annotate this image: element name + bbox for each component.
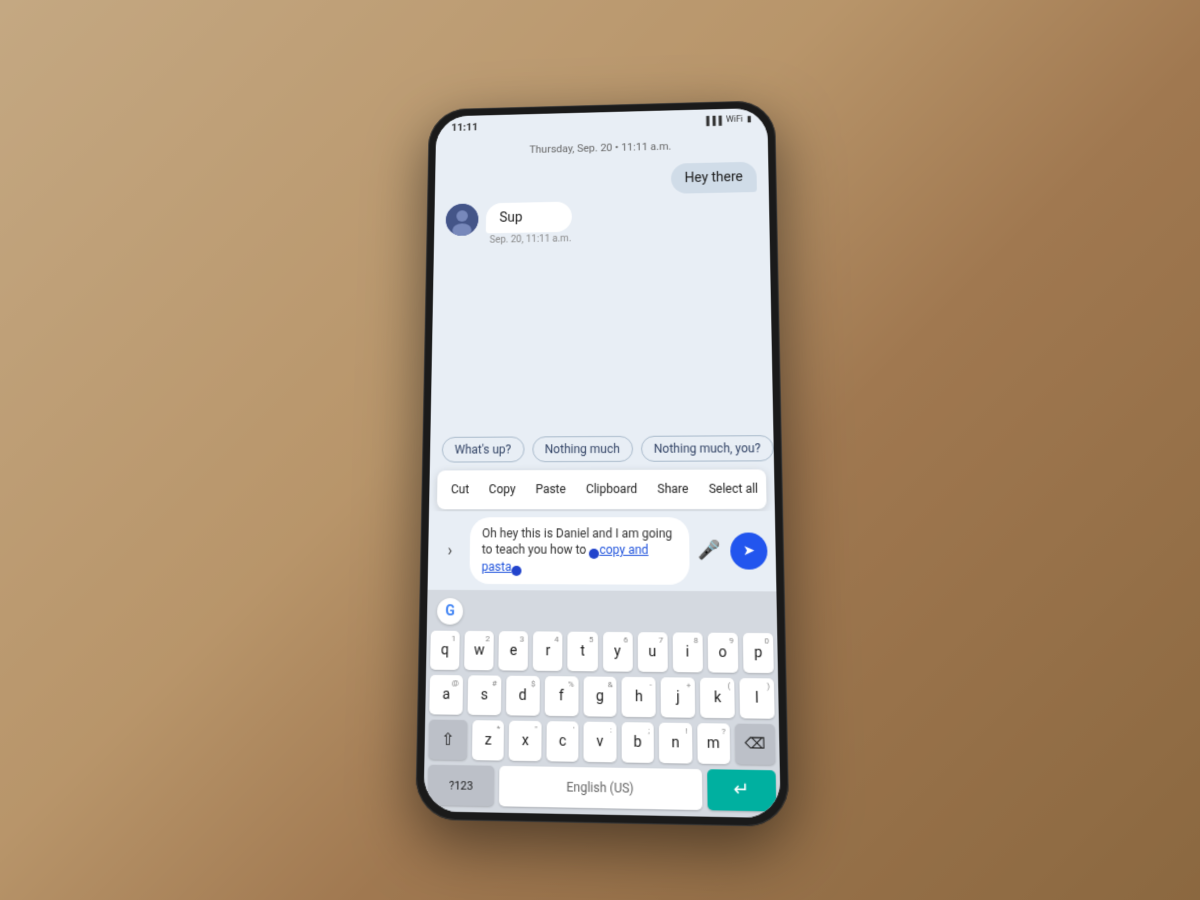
- key-l[interactable]: )l: [740, 678, 775, 719]
- key-a[interactable]: @a: [429, 675, 463, 715]
- smart-reply-0[interactable]: What's up?: [442, 436, 524, 462]
- input-row: › Oh hey this is Daniel and I am going t…: [428, 511, 777, 592]
- message-sent-text: Hey there: [685, 170, 743, 186]
- messages-container: Hey there Sup: [431, 161, 774, 430]
- smart-reply-1[interactable]: Nothing much: [532, 436, 633, 462]
- key-symbols[interactable]: ?123: [428, 765, 495, 806]
- phone-screen: 11:11 ▐▐▐ WiFi ▮ Thursday, Sep. 20 • 11:…: [423, 108, 780, 818]
- message-sent-hey-there: Hey there: [671, 162, 757, 194]
- message-received-text: Sup: [499, 210, 522, 226]
- wifi-icon: WiFi: [726, 115, 743, 125]
- key-q[interactable]: 1q: [430, 631, 460, 670]
- toolbar-paste[interactable]: Paste: [525, 478, 575, 500]
- smart-reply-2[interactable]: Nothing much, you?: [641, 435, 774, 462]
- key-n[interactable]: !n: [659, 723, 692, 764]
- key-r[interactable]: 4r: [533, 631, 563, 671]
- mic-button[interactable]: 🎤: [695, 536, 724, 565]
- key-t[interactable]: 5t: [568, 632, 598, 672]
- key-c[interactable]: 'c: [546, 721, 578, 762]
- context-toolbar: Cut Copy Paste Clipboard Share: [437, 469, 767, 509]
- toolbar-share[interactable]: Share: [647, 478, 698, 500]
- keyboard-top-row: G: [431, 594, 773, 633]
- key-space[interactable]: English (US): [499, 766, 702, 810]
- key-w[interactable]: 2w: [464, 631, 494, 670]
- message-received-row: Sup Sep. 20, 11:11 a.m.: [445, 198, 757, 247]
- chat-area: Thursday, Sep. 20 • 11:11 a.m. Hey there: [428, 130, 777, 591]
- selection-handle-left: [589, 549, 599, 559]
- battery-icon: ▮: [747, 115, 752, 124]
- key-s[interactable]: #s: [467, 675, 501, 715]
- key-b[interactable]: ;b: [621, 722, 654, 763]
- keyboard-row-4: ?123 English (US) ↵: [428, 765, 777, 812]
- key-i[interactable]: 8i: [672, 632, 702, 672]
- keyboard: G 1q 2w 3e 4r 5t 6y 7u 8i 9o 0p @a: [423, 590, 780, 818]
- selection-handle-right: [511, 566, 521, 576]
- key-enter[interactable]: ↵: [707, 769, 776, 811]
- keyboard-row-1: 1q 2w 3e 4r 5t 6y 7u 8i 9o 0p: [430, 631, 774, 673]
- key-backspace[interactable]: ⌫: [735, 724, 776, 765]
- key-o[interactable]: 9o: [707, 633, 738, 673]
- phone-device: 11:11 ▐▐▐ WiFi ▮ Thursday, Sep. 20 • 11:…: [415, 100, 789, 827]
- keyboard-row-2: @a #s $d %f &g -h +j (k )l: [429, 675, 774, 719]
- key-f[interactable]: %f: [544, 676, 578, 716]
- key-x[interactable]: "x: [509, 721, 541, 762]
- received-bubble-group: Sup Sep. 20, 11:11 a.m.: [486, 202, 572, 246]
- message-input[interactable]: Oh hey this is Daniel and I am going to …: [469, 517, 689, 585]
- smart-replies-row: What's up? Nothing much Nothing much, yo…: [430, 429, 774, 468]
- key-y[interactable]: 6y: [603, 632, 633, 672]
- toolbar-select-all[interactable]: Select all: [698, 478, 768, 500]
- toolbar-cut[interactable]: Cut: [441, 478, 479, 500]
- key-shift[interactable]: ⇧: [428, 720, 467, 760]
- message-received-sup: Sup: [486, 202, 572, 234]
- key-v[interactable]: :v: [584, 722, 616, 763]
- status-time: 11:11: [451, 121, 478, 134]
- key-k[interactable]: (k: [700, 678, 735, 719]
- send-sms-button[interactable]: ➤: [730, 532, 768, 569]
- key-p[interactable]: 0p: [743, 633, 774, 673]
- toolbar-clipboard[interactable]: Clipboard: [576, 478, 648, 500]
- chat-timestamp: Thursday, Sep. 20 • 11:11 a.m.: [436, 138, 768, 158]
- toolbar-more-button[interactable]: ⋮: [768, 475, 776, 503]
- key-m[interactable]: ?m: [697, 723, 730, 764]
- expand-button[interactable]: ›: [436, 536, 464, 564]
- key-e[interactable]: 3e: [499, 631, 529, 671]
- key-j[interactable]: +j: [661, 677, 695, 718]
- google-g-logo: G: [437, 598, 463, 625]
- phone-wrapper: 11:11 ▐▐▐ WiFi ▮ Thursday, Sep. 20 • 11:…: [415, 100, 789, 827]
- message-time: Sep. 20, 11:11 a.m.: [490, 234, 572, 246]
- key-z[interactable]: *z: [472, 720, 504, 760]
- signal-icon: ▐▐▐: [703, 115, 722, 126]
- key-u[interactable]: 7u: [637, 632, 667, 672]
- key-h[interactable]: -h: [622, 677, 656, 717]
- toolbar-copy[interactable]: Copy: [479, 478, 526, 500]
- key-g[interactable]: &g: [583, 676, 617, 716]
- contact-avatar: [446, 203, 479, 236]
- keyboard-row-3: ⇧ *z "x 'c :v ;b !n ?m ⌫: [428, 720, 775, 765]
- key-d[interactable]: $d: [506, 676, 540, 716]
- status-icons: ▐▐▐ WiFi ▮: [703, 114, 752, 126]
